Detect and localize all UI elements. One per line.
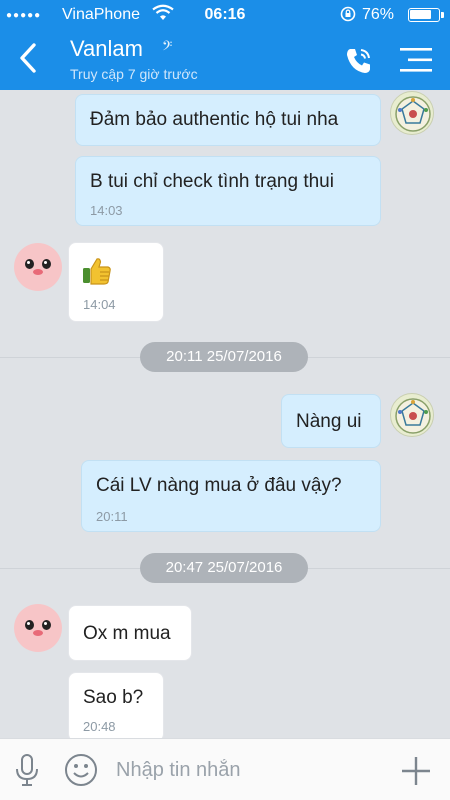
- outgoing-message[interactable]: Đảm bảo authentic hộ tui nha: [75, 94, 381, 146]
- rotation-lock-icon: [340, 6, 356, 22]
- date-separator: 20:11 25/07/2016: [140, 342, 308, 372]
- battery-icon: [408, 8, 444, 22]
- message-composer: [0, 738, 450, 800]
- back-chevron-icon[interactable]: [14, 40, 42, 76]
- microphone-icon[interactable]: [14, 753, 40, 787]
- contact-name[interactable]: Vanlam: [70, 36, 143, 62]
- outgoing-message[interactable]: Cái LV nàng mua ở đâu vậy? 20:11: [81, 460, 381, 532]
- message-time: 20:48: [83, 719, 116, 734]
- emoji-icon[interactable]: [64, 753, 98, 787]
- outgoing-message[interactable]: Nàng ui: [281, 394, 381, 448]
- status-bar: ●●●●● VinaPhone 06:16 76%: [0, 0, 450, 30]
- voice-mark-icon: 𝄢: [162, 40, 173, 57]
- message-text: B tui chỉ check tình trạng thui: [90, 171, 334, 192]
- contact-avatar[interactable]: [14, 243, 62, 291]
- incoming-message[interactable]: 14:04: [68, 242, 164, 322]
- message-text: Đảm bảo authentic hộ tui nha: [90, 109, 339, 130]
- thumbs-up-icon: [83, 258, 111, 285]
- battery-level: [410, 10, 431, 19]
- message-text: Nàng ui: [296, 411, 362, 432]
- avatar-badge-icon: [395, 96, 431, 132]
- menu-icon[interactable]: [398, 46, 434, 74]
- message-time: 20:11: [96, 509, 128, 524]
- message-text: Cái LV nàng mua ở đâu vậy?: [96, 475, 342, 496]
- plus-icon[interactable]: [400, 755, 432, 787]
- message-time: 14:04: [83, 297, 116, 312]
- avatar-badge-icon: [395, 398, 431, 434]
- last-seen-status: Truy cập 7 giờ trước: [70, 66, 198, 82]
- my-avatar: [390, 393, 434, 437]
- date-separator: 20:47 25/07/2016: [140, 553, 308, 583]
- message-input[interactable]: [116, 753, 376, 787]
- incoming-message[interactable]: Sao b? 20:48: [68, 672, 164, 738]
- chat-header: ●●●●● VinaPhone 06:16 76% Vanlam 𝄢 Truy …: [0, 0, 450, 90]
- contact-avatar[interactable]: [14, 604, 62, 652]
- outgoing-message[interactable]: B tui chỉ check tình trạng thui 14:03: [75, 156, 381, 226]
- message-list[interactable]: Đảm bảo authentic hộ tui nha B tui chỉ c…: [0, 90, 450, 738]
- message-text: Sao b?: [83, 687, 144, 708]
- message-time: 14:03: [90, 203, 123, 218]
- incoming-message[interactable]: Ox m mua: [68, 605, 192, 661]
- message-text: Ox m mua: [83, 623, 171, 644]
- battery-percent: 76%: [362, 6, 395, 23]
- phone-call-icon[interactable]: [342, 44, 376, 78]
- my-avatar: [390, 91, 434, 135]
